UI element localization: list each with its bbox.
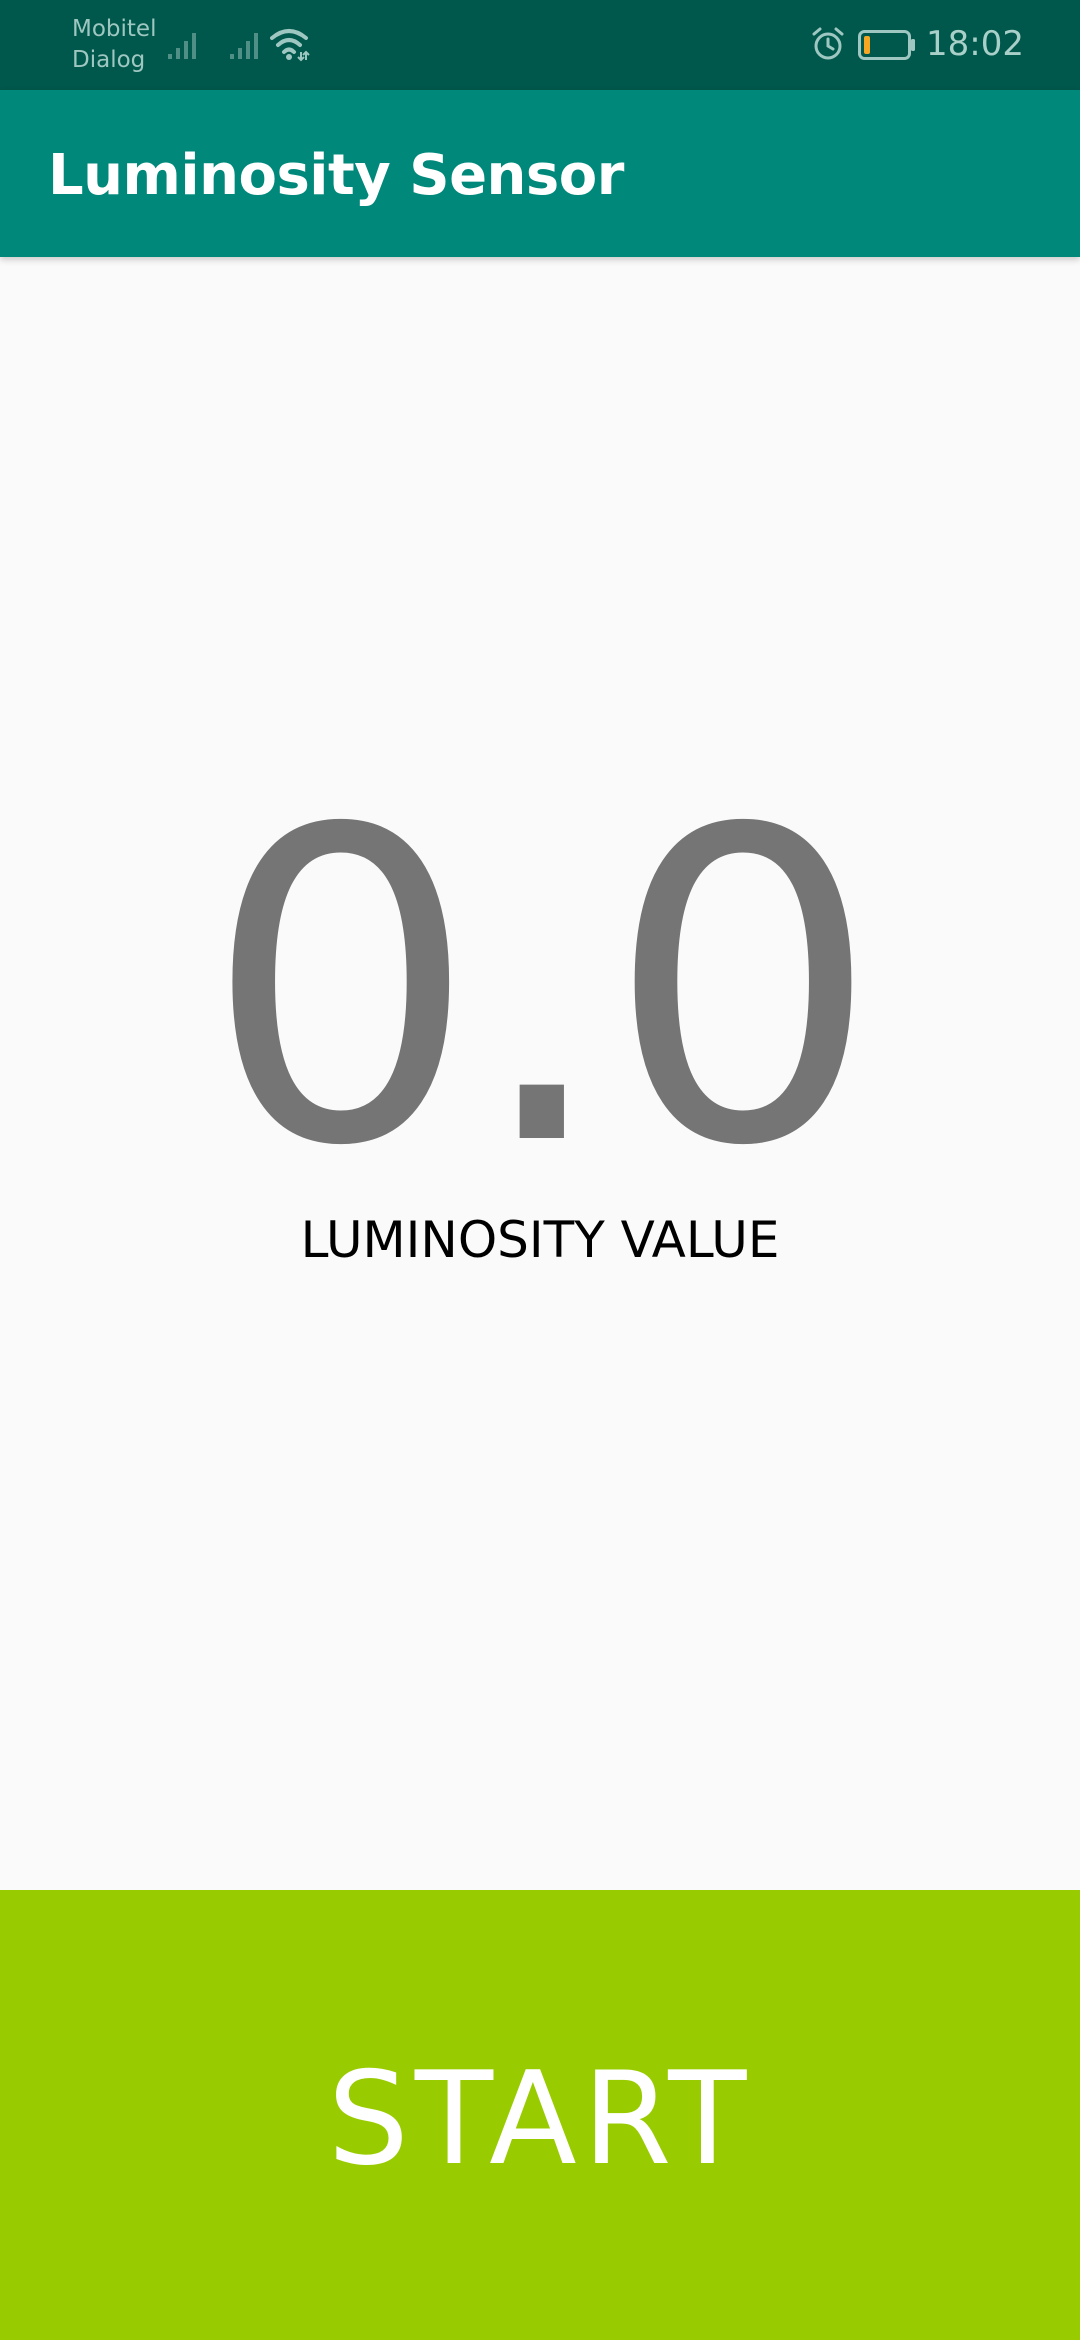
start-button-label: START <box>327 2045 753 2194</box>
signal-icon <box>230 33 258 59</box>
start-button[interactable]: START <box>0 1890 1080 2340</box>
wifi-icon <box>270 29 310 62</box>
luminosity-label: LUMINOSITY VALUE <box>300 1211 780 1269</box>
carrier-name-2: Dialog <box>72 47 146 73</box>
battery-icon <box>858 30 915 60</box>
status-bar: Mobitel Dialog 18:02 <box>0 0 1080 90</box>
alarm-icon <box>812 27 844 60</box>
app-bar: Luminosity Sensor <box>0 90 1080 257</box>
carrier-name-1: Mobitel <box>72 16 157 42</box>
luminosity-reading: 0.0 <box>204 740 880 1240</box>
signal-icon <box>168 33 196 59</box>
status-time: 18:02 <box>926 24 1024 64</box>
app-title: Luminosity Sensor <box>48 143 624 208</box>
carrier-names: Mobitel Dialog <box>72 14 156 76</box>
